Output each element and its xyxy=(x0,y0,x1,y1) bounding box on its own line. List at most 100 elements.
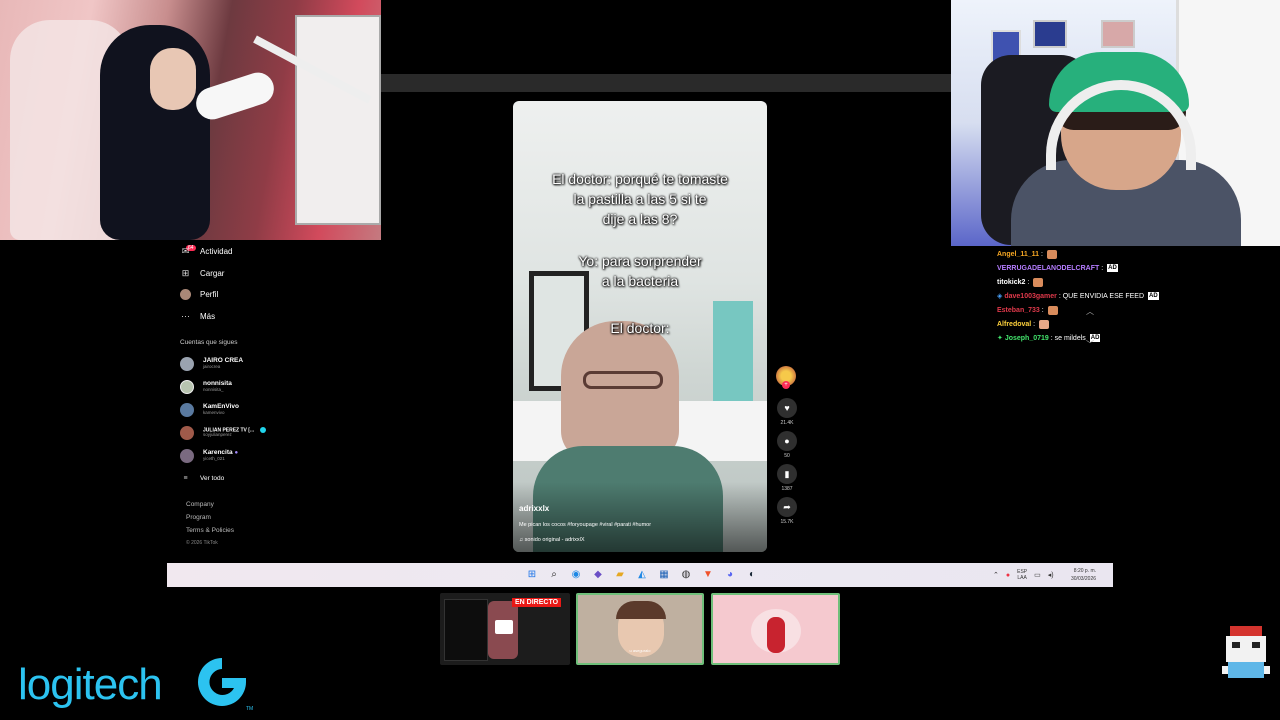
search-icon[interactable]: ⌕ xyxy=(546,567,562,583)
account-handle: yiceth_021 xyxy=(203,455,225,461)
avatar xyxy=(180,379,194,394)
calculator-icon[interactable]: ▦ xyxy=(656,567,672,583)
avatar xyxy=(180,356,194,371)
following-account[interactable]: nonnisita nonnisita_ xyxy=(172,375,382,398)
nav-more[interactable]: ··· Más xyxy=(172,306,382,328)
comment-count: 50 xyxy=(784,453,790,459)
stream-chat: Angel_11_11 : VERRUGADELANODELCRAFT : AD… xyxy=(997,248,1197,346)
heart-icon: ♥ xyxy=(777,398,797,418)
edge-icon[interactable]: ◉ xyxy=(568,567,584,583)
video-author[interactable]: adrixxlx xyxy=(519,504,549,513)
discord-icon[interactable]: ◕ xyxy=(722,567,738,583)
app-tray-icon[interactable]: ● xyxy=(1006,572,1010,579)
logitech-logo: logitech xyxy=(18,660,163,709)
chat-message: ◈ dave1003gamer : QUE ENVIDIA ESE FEED A… xyxy=(997,292,1159,301)
nav-upload[interactable]: ⊞ Cargar xyxy=(172,263,382,285)
emote-icon xyxy=(1046,249,1057,259)
copyright: © 2026 TikTok xyxy=(186,540,218,546)
live-thumbnail[interactable]: EN DIRECTO xyxy=(440,593,570,665)
list-icon: ≡ xyxy=(183,474,188,482)
chat-message: Alfredoval : xyxy=(997,318,1197,332)
like-count: 21.4K xyxy=(780,420,794,426)
creator-avatar[interactable]: + xyxy=(776,366,796,389)
comment-button[interactable]: ● 50 xyxy=(776,431,798,459)
live-badge: EN DIRECTO xyxy=(512,598,562,607)
logitech-g-icon xyxy=(198,658,246,706)
chevron-up-icon[interactable]: ︿ xyxy=(1086,306,1094,317)
video-sound[interactable]: ♫ sonido original - adrixxlX xyxy=(519,537,585,543)
verified-icon: ● xyxy=(234,450,239,456)
save-button[interactable]: ▮ 1387 xyxy=(776,464,798,492)
chat-message: Esteban_733 : xyxy=(997,304,1197,318)
share-button[interactable]: ➦ 15.7K xyxy=(776,497,798,525)
footer-links: Company Program Terms & Policies © 2026 … xyxy=(172,501,382,553)
footer-link-program[interactable]: Program xyxy=(186,514,382,527)
bookmark-icon: ▮ xyxy=(777,464,797,484)
following-account[interactable]: JULIAN PEREZ TV [... soyjulianperez xyxy=(172,421,382,444)
clock-time: 8:20 p. m. xyxy=(1073,568,1097,574)
chat-message: titokick2 : xyxy=(997,276,1197,290)
nav-label: Cargar xyxy=(200,268,225,278)
see-all-label: Ver todo xyxy=(200,474,225,482)
clock-date: 30/03/2026 xyxy=(1071,576,1097,582)
activity-icon: ✉ xyxy=(181,246,190,257)
see-all-button[interactable]: ≡ Ver todo xyxy=(172,471,382,485)
video-caption-1: El doctor: porqué te tomaste la pastilla… xyxy=(552,171,728,227)
chat-message: Angel_11_11 : xyxy=(997,248,1197,262)
app-icon[interactable]: ◆ xyxy=(590,567,606,583)
chat-message: ✦ Joseph_0719 : se mildels AD xyxy=(997,334,1101,343)
following-account[interactable]: Karencita ● yiceth_021 xyxy=(172,444,382,467)
account-handle: nonnisita_ xyxy=(203,386,224,392)
following-title: Cuentas que sigues xyxy=(180,339,238,346)
folder-icon[interactable]: ▰ xyxy=(612,567,628,583)
nav-profile[interactable]: Perfil xyxy=(172,284,382,306)
footer-link-company[interactable]: Company xyxy=(186,501,382,514)
account-handle: soyjulianperez xyxy=(203,432,232,438)
tiktok-sidebar: ✉ Actividad ⊞ Cargar Perfil ··· Más Cuen… xyxy=(172,241,382,561)
brave-icon[interactable]: ▼ xyxy=(700,567,716,583)
comment-icon: ● xyxy=(777,431,797,451)
footer-link-terms[interactable]: Terms & Policies xyxy=(186,527,382,540)
guest-thumbnail-1[interactable]: u aseguralo xyxy=(576,593,704,665)
steam-icon[interactable]: ◐ xyxy=(744,567,760,583)
browser-top-bar xyxy=(381,74,951,92)
avatar xyxy=(180,425,194,440)
chevron-up-icon[interactable]: ⌃ xyxy=(993,571,999,579)
system-tray: ⌃ ● ESP LAA ▭ ◂) xyxy=(993,569,1054,581)
account-name: Karencita xyxy=(203,449,233,456)
monitor-icon xyxy=(495,620,513,634)
share-count: 15.7K xyxy=(780,519,794,525)
badge-icon: ◈ xyxy=(997,293,1003,300)
windows-start-icon[interactable]: ⊞ xyxy=(524,567,540,583)
thumbnail-label: u aseguralo xyxy=(629,648,651,653)
sound-label: sonido original - adrixxlX xyxy=(524,537,585,543)
badge-icon: ✦ xyxy=(997,335,1003,342)
taskbar-clock[interactable]: 8:20 p. m. 30/03/2026 xyxy=(1071,567,1096,583)
account-handle: kamenvivo xyxy=(203,409,225,415)
avatar xyxy=(180,448,194,463)
live-indicator-icon xyxy=(260,427,267,434)
follow-plus-icon[interactable]: + xyxy=(782,381,790,389)
streamer-webcam-left xyxy=(0,0,381,240)
obs-icon[interactable]: ◍ xyxy=(678,567,694,583)
account-handle: jairocrea xyxy=(203,363,221,369)
guest-thumbnail-2[interactable] xyxy=(711,593,840,665)
network-icon[interactable]: ▭ xyxy=(1034,571,1041,579)
action-rail: + ♥ 21.4K ● 50 ▮ 1387 ➦ 15.7K xyxy=(776,366,798,530)
windows-taskbar: ⊞ ⌕ ◉ ◆ ▰ ◭ ▦ ◍ ▼ ◕ ◐ ⌃ ● ESP LAA ▭ ◂) 8:… xyxy=(167,563,1113,587)
emote-icon: AD xyxy=(1148,292,1159,301)
emote-icon xyxy=(1047,305,1058,315)
avatar xyxy=(180,402,194,417)
like-button[interactable]: ♥ 21.4K xyxy=(776,398,798,426)
photos-icon[interactable]: ◭ xyxy=(634,567,650,583)
following-account[interactable]: KamEnVivo kamenvivo xyxy=(172,398,382,421)
video-player[interactable]: El doctor: porqué te tomaste la pastilla… xyxy=(513,101,767,552)
chevron-down-icon[interactable]: ﹀ xyxy=(1086,339,1094,350)
language-indicator[interactable]: ESP LAA xyxy=(1017,569,1027,581)
nav-label: Más xyxy=(200,311,216,321)
stream-layout: 64 ✉ Actividad ⊞ Cargar Perfil ··· Más C… xyxy=(0,0,1280,720)
volume-icon[interactable]: ◂) xyxy=(1048,571,1054,579)
following-account[interactable]: JAIRO CREA jairocrea xyxy=(172,352,382,375)
nav-label: Actividad xyxy=(200,247,233,257)
nav-activity[interactable]: ✉ Actividad xyxy=(172,241,382,263)
